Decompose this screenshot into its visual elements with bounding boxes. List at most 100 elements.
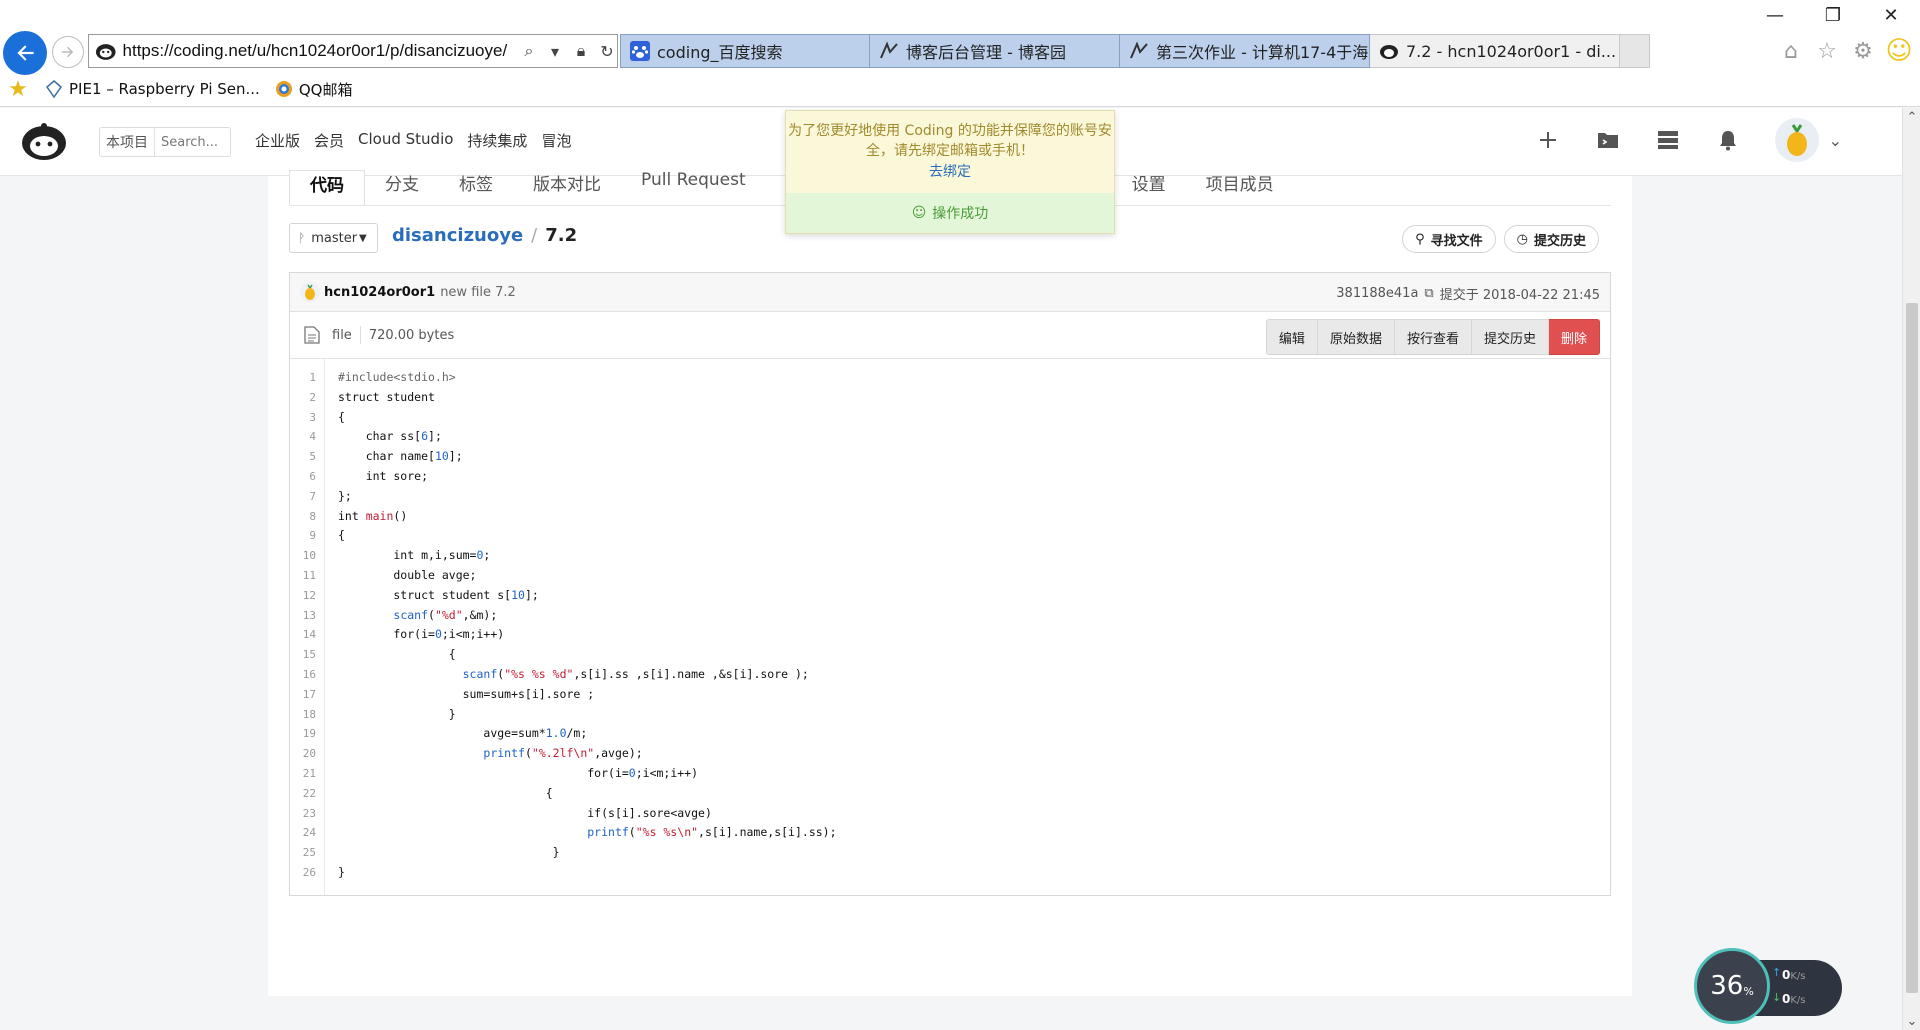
breadcrumb-repo[interactable]: disancizuoye	[392, 225, 523, 246]
tab-baidu[interactable]: coding_百度搜索	[620, 34, 870, 68]
tab-code[interactable]: 代码	[289, 170, 365, 205]
tab-members[interactable]: 项目成员	[1186, 170, 1294, 205]
browser-tools: ⌂ ☆ ⚙ ☺	[1778, 36, 1913, 66]
line-number[interactable]: 4	[290, 427, 324, 447]
line-number[interactable]: 13	[290, 606, 324, 626]
tab-current[interactable]: 7.2 - hcn1024or0or1 - di... ✕	[1370, 34, 1620, 68]
line-number[interactable]: 2	[290, 388, 324, 408]
line-number[interactable]: 19	[290, 724, 324, 744]
line-number[interactable]: 3	[290, 408, 324, 428]
line-number[interactable]: 12	[290, 586, 324, 606]
scroll-up-icon[interactable]: ⌃	[1903, 108, 1920, 126]
smiley-icon[interactable]: ☺	[1885, 36, 1912, 66]
bell-icon[interactable]	[1715, 127, 1741, 153]
refresh-icon[interactable]: ↻	[597, 40, 617, 62]
edit-button[interactable]: 编辑	[1265, 319, 1318, 355]
raw-button[interactable]: 原始数据	[1317, 319, 1395, 355]
line-number[interactable]: 15	[290, 645, 324, 665]
scroll-down-icon[interactable]: ⌄	[1903, 1012, 1920, 1030]
commit-author[interactable]: hcn1024or0or1	[324, 285, 435, 300]
project-search[interactable]: 本项目 Search...	[99, 127, 231, 157]
terminal-folder-icon[interactable]	[1595, 127, 1621, 153]
favorites-star-icon[interactable]: ★	[6, 77, 30, 102]
tab-pull-request[interactable]: Pull Request	[621, 170, 766, 205]
baidu-paw-icon	[630, 41, 650, 61]
page-scrollbar[interactable]: ⌃ ⌄	[1902, 108, 1920, 1030]
commit-hash[interactable]: 381188e41a	[1336, 286, 1418, 301]
line-number[interactable]: 24	[290, 823, 324, 843]
history-button[interactable]: ◷ 提交历史	[1503, 225, 1599, 253]
server-icon[interactable]	[1655, 127, 1681, 153]
home-icon[interactable]: ⌂	[1778, 38, 1804, 64]
line-number[interactable]: 22	[290, 784, 324, 804]
tab-branches[interactable]: 分支	[365, 170, 439, 205]
nav-bubble[interactable]: 冒泡	[541, 130, 571, 151]
line-number[interactable]: 23	[290, 804, 324, 824]
address-bar[interactable]: https://coding.net/u/hcn1024or0or1/p/dis…	[88, 34, 618, 68]
user-avatar[interactable]	[1774, 118, 1819, 162]
favorite-qqmail[interactable]: QQ邮箱	[274, 79, 353, 100]
scroll-thumb[interactable]	[1906, 303, 1918, 993]
gear-icon[interactable]: ⚙	[1850, 38, 1876, 64]
favorite-pie1[interactable]: PIE1 – Raspberry Pi Sen...	[44, 79, 260, 99]
line-number[interactable]: 18	[290, 705, 324, 725]
delete-button[interactable]: 删除	[1548, 319, 1600, 355]
line-number[interactable]: 9	[290, 526, 324, 546]
line-number[interactable]: 17	[290, 685, 324, 705]
nav-member[interactable]: 会员	[314, 130, 344, 151]
line-number[interactable]: 1	[290, 368, 324, 388]
success-toast: ☺ 操作成功	[786, 193, 1114, 233]
line-number[interactable]: 11	[290, 566, 324, 586]
network-speed-widget[interactable]: ↑ ↓ 0K/s 0K/s 36%	[1694, 948, 1844, 1024]
line-number[interactable]: 16	[290, 665, 324, 685]
chevron-down-icon[interactable]: ⌄	[1829, 131, 1842, 150]
branch-selector[interactable]: ᚹ master ▼	[289, 223, 378, 253]
search-input[interactable]: Search...	[155, 135, 218, 150]
author-avatar[interactable]	[300, 282, 320, 302]
nav-enterprise[interactable]: 企业版	[255, 130, 300, 151]
cnblogs-icon	[880, 41, 898, 59]
tab-compare[interactable]: 版本对比	[513, 170, 621, 205]
copy-icon[interactable]: ⧉	[1424, 286, 1433, 301]
line-number[interactable]: 8	[290, 507, 324, 527]
forward-button[interactable]	[52, 36, 84, 68]
coding-logo[interactable]	[18, 120, 70, 162]
restore-button[interactable]: ❐	[1804, 0, 1862, 30]
tab-settings[interactable]: 设置	[1112, 170, 1186, 205]
bind-account-link[interactable]: 去绑定	[786, 161, 1114, 181]
tab-homework[interactable]: 第三次作业 - 计算机17-4于海...	[1120, 34, 1370, 68]
new-tab-button[interactable]	[1620, 34, 1650, 68]
line-number[interactable]: 21	[290, 764, 324, 784]
file-history-button[interactable]: 提交历史	[1471, 319, 1549, 355]
plus-icon[interactable]	[1535, 127, 1561, 153]
find-file-button[interactable]: ⚲ 寻找文件	[1402, 225, 1496, 253]
line-number[interactable]: 20	[290, 744, 324, 764]
download-arrow-icon: ↓	[1772, 991, 1782, 1004]
line-number[interactable]: 25	[290, 843, 324, 863]
close-window-button[interactable]: ✕	[1862, 0, 1920, 30]
line-number[interactable]: 14	[290, 625, 324, 645]
code-line: 22 {	[290, 784, 1610, 804]
tab-tags[interactable]: 标签	[439, 170, 513, 205]
blame-button[interactable]: 按行查看	[1394, 319, 1472, 355]
nav-ci[interactable]: 持续集成	[467, 130, 527, 151]
nav-cloud-studio[interactable]: Cloud Studio	[358, 130, 453, 151]
minimize-button[interactable]: —	[1746, 0, 1804, 30]
line-number[interactable]: 5	[290, 447, 324, 467]
tab-cnblogs-admin[interactable]: 博客后台管理 - 博客园	[870, 34, 1120, 68]
commit-message: new file 7.2	[440, 284, 516, 300]
line-number[interactable]: 7	[290, 487, 324, 507]
line-content: printf("%.2lf\n",avge);	[483, 746, 643, 761]
lock-icon[interactable]: 🔒︎	[571, 40, 591, 62]
breadcrumb: disancizuoye / 7.2	[392, 225, 577, 246]
search-scope[interactable]: 本项目	[100, 128, 155, 156]
line-number[interactable]: 26	[290, 863, 324, 883]
dropdown-icon[interactable]: ▾	[545, 40, 565, 62]
star-icon[interactable]: ☆	[1814, 38, 1840, 64]
favorite-label: QQ邮箱	[298, 80, 353, 99]
back-button[interactable]	[3, 31, 47, 75]
line-number[interactable]: 6	[290, 467, 324, 487]
line-number[interactable]: 10	[290, 546, 324, 566]
code-view[interactable]: 1 #include<stdio.h> 2 struct student 3{4 cha…	[290, 359, 1610, 895]
search-icon[interactable]: ⌕	[519, 40, 539, 62]
